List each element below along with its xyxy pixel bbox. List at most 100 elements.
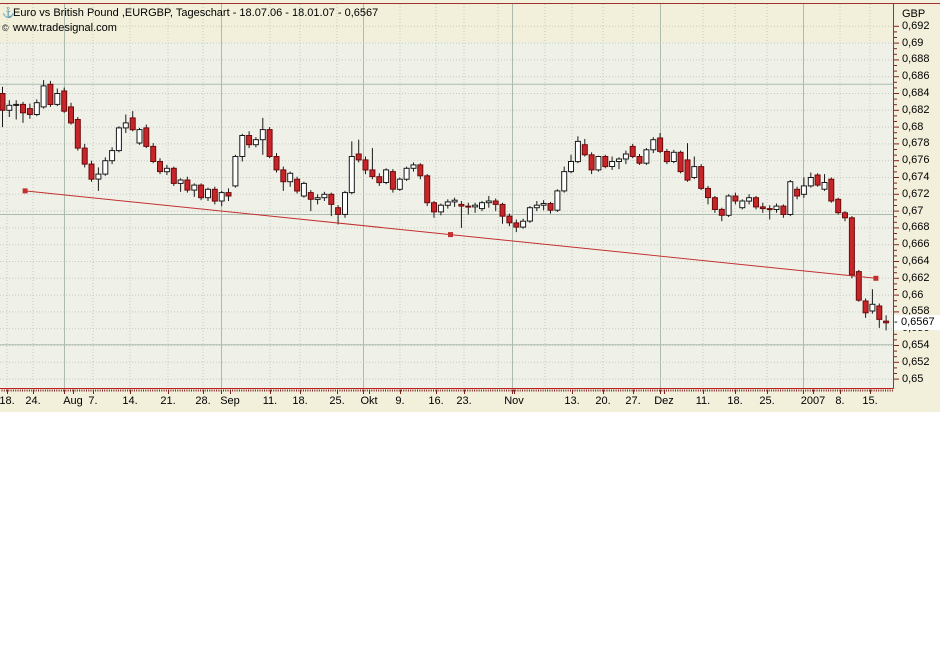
x-axis-label: 27. [625, 395, 641, 407]
y-axis-unit-label: GBP [902, 8, 926, 20]
y-axis-label: 0,69 [902, 36, 924, 49]
x-axis-label: 23. [456, 395, 472, 407]
y-axis-label: 0,688 [902, 53, 930, 66]
chart-title: Euro vs British Pound ,EURGBP, Tageschar… [13, 7, 379, 19]
candle [266, 127, 273, 159]
candle [855, 269, 862, 302]
candle [396, 177, 403, 191]
chart-panel: ⚓Euro vs British Pound ,EURGBP, Tagescha… [0, 0, 940, 412]
watermark-row: © www.tradesignal.com [2, 22, 117, 34]
y-axis-label: 0,686 [902, 70, 930, 83]
trendline-handle-mid[interactable] [448, 232, 453, 238]
candle [739, 199, 746, 210]
candle [787, 180, 794, 217]
y-axis-label: 0,68 [902, 120, 924, 133]
x-axis-label: Dez [654, 395, 674, 407]
x-axis-label: 14. [122, 395, 138, 407]
candle [198, 183, 205, 201]
instrument-icon: ⚓ [2, 8, 15, 19]
y-axis-label: 0,684 [902, 87, 930, 99]
x-axis-label: Aug [63, 395, 83, 407]
candle [232, 154, 239, 188]
x-axis-label: Nov [504, 395, 524, 407]
trendline-handle-start[interactable] [22, 188, 28, 194]
candle [643, 148, 650, 165]
tradesignal-chart-window: ⚓Euro vs British Pound ,EURGBP, Tagescha… [0, 0, 940, 665]
candle [61, 87, 68, 113]
candle [342, 190, 348, 218]
y-axis-label: 0,676 [902, 154, 930, 167]
y-axis-label: 0,67 [902, 204, 924, 217]
candle [389, 169, 396, 193]
candle [300, 181, 307, 198]
chart-title-row: ⚓Euro vs British Pound ,EURGBP, Tagescha… [2, 7, 378, 19]
candle [663, 148, 670, 165]
candle [526, 206, 533, 223]
x-axis-label: 9. [395, 395, 405, 407]
current-price-value: 0,6567 [901, 316, 935, 329]
candle [848, 216, 855, 279]
x-axis-label: Sep [220, 395, 240, 407]
candle [273, 153, 280, 173]
x-axis-label: 7. [88, 395, 98, 407]
price-plot[interactable] [0, 0, 940, 412]
candle [595, 155, 602, 172]
x-axis-label: 16. [428, 395, 444, 407]
x-axis-label: 2007 [800, 395, 826, 407]
x-axis-label: 18. [0, 395, 15, 407]
candle [383, 168, 390, 185]
trendline-handle-end[interactable] [873, 275, 879, 281]
x-axis-label: 24. [25, 395, 41, 407]
candle [403, 166, 410, 181]
candle [170, 166, 177, 186]
chart-svg [0, 3, 940, 394]
x-axis-label: 11. [695, 395, 711, 407]
candle [74, 117, 81, 151]
y-axis-label: 0,692 [902, 19, 930, 32]
candle [136, 127, 143, 145]
candle [835, 197, 842, 215]
y-axis-label: 0,66 [902, 288, 924, 301]
y-axis-label: 0,678 [902, 137, 930, 150]
x-axis-label: 28. [195, 395, 211, 407]
candle [725, 194, 732, 217]
candle [670, 149, 677, 164]
x-axis-label: 8. [835, 395, 845, 407]
candle [554, 189, 561, 212]
x-axis-label: 15. [862, 395, 878, 407]
candle [753, 196, 759, 210]
x-axis-label: 25. [759, 395, 775, 407]
x-axis-label: 25. [329, 395, 345, 407]
x-axis-label: Okt [360, 395, 378, 407]
candle [115, 126, 122, 153]
y-axis-label: 0,652 [902, 355, 930, 368]
copyright-icon: © [2, 23, 9, 33]
candle [150, 143, 157, 164]
current-price-tag: -0,6567 [894, 315, 940, 331]
candle [602, 154, 609, 169]
x-axis-label: 13. [564, 395, 580, 407]
candle [677, 150, 684, 174]
candle [294, 176, 301, 194]
x-axis-label: 18. [727, 395, 743, 407]
y-axis-label: 0,672 [902, 187, 930, 200]
candle [814, 173, 821, 187]
y-axis-label: 0,65 [902, 372, 924, 385]
y-axis-label: 0,654 [902, 339, 930, 351]
y-axis-label: 0,668 [902, 221, 930, 234]
candle [828, 177, 835, 203]
y-axis-label: 0,666 [902, 238, 930, 251]
candle [88, 160, 95, 182]
watermark-url: www.tradesignal.com [13, 22, 117, 34]
y-axis-label: 0,682 [902, 103, 930, 116]
x-axis-label: 20. [595, 395, 611, 407]
candle [47, 80, 54, 107]
x-axis-label: 18. [292, 395, 308, 407]
candle [424, 174, 431, 207]
x-axis-label: 11. [262, 395, 278, 407]
price-tick-dash: - [894, 316, 898, 329]
candle [629, 143, 636, 159]
y-axis-label: 0,664 [902, 255, 930, 267]
x-axis-label: 21. [160, 395, 176, 407]
y-axis-label: 0,662 [902, 271, 930, 284]
